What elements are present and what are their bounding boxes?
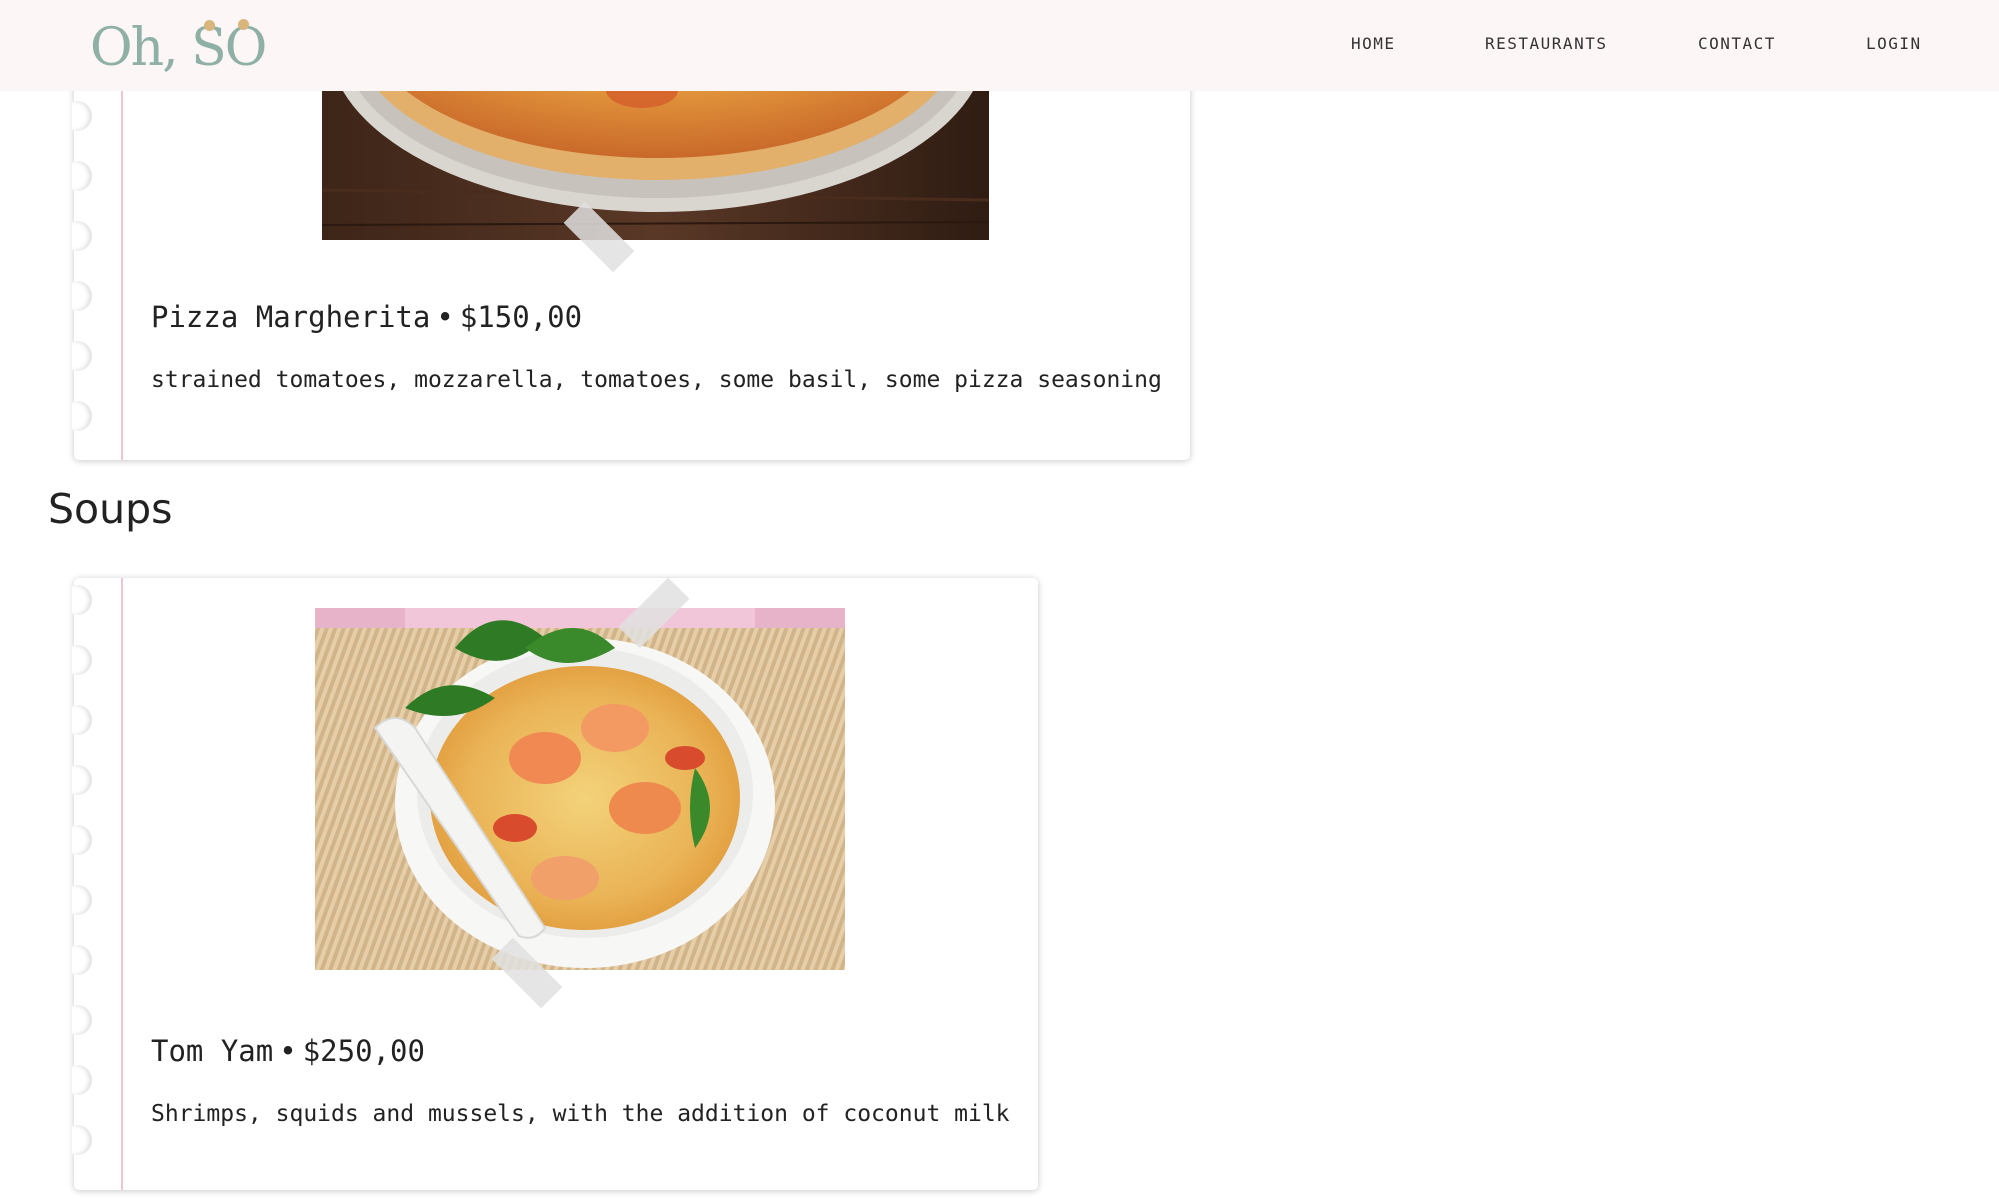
dish-name: Tom Yam — [151, 1034, 274, 1068]
dish-title: Pizza Margherita • $150,00 — [151, 300, 582, 334]
nav-login-link[interactable]: LOGIN — [1866, 34, 1922, 53]
site-header: Oh, SO HOME RESTAURANTS CONTACT LOGIN — [0, 0, 1999, 91]
nav-home-link[interactable]: HOME — [1351, 34, 1396, 53]
notebook-hole — [72, 1065, 92, 1095]
dish-price: $250,00 — [302, 1034, 425, 1068]
dish-description: strained tomatoes, mozzarella, tomatoes,… — [151, 367, 1162, 393]
notebook-hole — [72, 945, 92, 975]
logo-dot-right — [238, 19, 249, 30]
notebook-hole — [72, 401, 92, 431]
notebook-hole — [72, 341, 92, 371]
title-separator: • — [279, 1034, 297, 1068]
main-nav: HOME RESTAURANTS CONTACT LOGIN — [0, 34, 1999, 54]
dish-description: Shrimps, squids and mussels, with the ad… — [151, 1101, 1010, 1127]
card-margin-line — [121, 578, 123, 1190]
dish-price: $150,00 — [459, 300, 583, 334]
notebook-hole — [72, 885, 92, 915]
notebook-hole — [72, 221, 92, 251]
notebook-hole — [72, 281, 92, 311]
notebook-hole — [72, 585, 92, 615]
notebook-hole — [72, 1125, 92, 1155]
logo-dot-left — [204, 20, 215, 31]
notebook-hole — [72, 1005, 92, 1035]
notebook-hole — [72, 765, 92, 795]
page: Oh, SO HOME RESTAURANTS CONTACT LOGIN Pi… — [0, 0, 1999, 1199]
dish-name: Pizza Margherita — [151, 300, 431, 334]
notebook-hole — [72, 101, 92, 131]
menu-card-tom-yam: Tom Yam • $250,00 Shrimps, squids and muss… — [72, 577, 1038, 1190]
section-heading-soups: Soups — [48, 485, 173, 533]
tom-yam-image — [315, 608, 845, 970]
nav-contact-link[interactable]: CONTACT — [1698, 34, 1776, 53]
title-separator: • — [436, 300, 454, 334]
dish-title: Tom Yam • $250,00 — [151, 1034, 425, 1068]
notebook-hole — [72, 645, 92, 675]
notebook-hole — [72, 161, 92, 191]
nav-restaurants-link[interactable]: RESTAURANTS — [1485, 34, 1607, 53]
notebook-hole — [72, 825, 92, 855]
notebook-holes — [72, 578, 96, 1190]
tom-yam-photo — [315, 608, 845, 970]
notebook-hole — [72, 705, 92, 735]
